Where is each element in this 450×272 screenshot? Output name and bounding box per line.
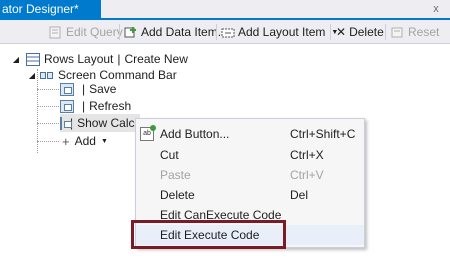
add-item-dropdown[interactable]: + Add ▼ xyxy=(62,132,108,150)
toolbar-separator xyxy=(119,24,120,40)
document-tab-title: ator Designer* xyxy=(2,2,79,16)
tree-guide-line xyxy=(37,141,59,142)
menu-item-shortcut: Ctrl+X xyxy=(290,148,324,162)
close-icon[interactable]: x xyxy=(429,2,443,16)
tree-node-show-calculator[interactable]: | Show Calculator xyxy=(60,114,140,132)
menu-item-label: Cut xyxy=(160,148,179,162)
add-layout-item-icon xyxy=(221,26,235,39)
delete-icon: ✕ xyxy=(336,25,347,39)
menu-item-shortcut: Ctrl+V xyxy=(290,168,324,182)
menu-item-paste[interactable]: Paste Ctrl+V xyxy=(136,165,364,185)
create-new-label: Create New xyxy=(124,52,188,66)
reset-button[interactable]: Reset xyxy=(391,20,439,44)
collapse-icon[interactable]: ◢ xyxy=(11,55,21,64)
tree-node-save[interactable]: | Save xyxy=(60,80,116,98)
collapse-icon[interactable]: ◢ xyxy=(27,71,37,80)
menu-item-shortcut: Ctrl+Shift+C xyxy=(290,127,356,141)
tree-guide-line xyxy=(37,89,59,90)
delete-label: Delete xyxy=(349,25,384,39)
tree-text-separator: | xyxy=(82,99,86,113)
tree-guide-line xyxy=(37,106,59,107)
menu-item-shortcut: Del xyxy=(290,188,309,202)
button-icon xyxy=(60,116,72,130)
add-layout-item-label: Add Layout Item xyxy=(238,25,326,39)
show-calculator-node-label: Show Calculator xyxy=(77,116,140,130)
designer-toolbar: Edit Query Add Data Item... Add Layout I… xyxy=(0,20,450,44)
tree-text-separator: | xyxy=(82,82,86,96)
button-icon xyxy=(60,99,74,113)
reset-label: Reset xyxy=(408,25,440,39)
menu-item-label: Paste xyxy=(160,168,191,182)
add-layout-item-button[interactable]: Add Layout Item ▼ xyxy=(221,20,338,44)
toolbar-separator xyxy=(330,24,331,40)
add-data-item-icon xyxy=(124,26,138,39)
add-label: Add xyxy=(74,134,96,148)
edit-query-icon xyxy=(49,26,63,39)
button-icon xyxy=(60,82,74,96)
document-tab[interactable]: ator Designer* xyxy=(0,0,101,18)
refresh-node-label: Refresh xyxy=(89,99,132,113)
menu-item-label: Delete xyxy=(160,188,195,202)
highlight-annotation-box xyxy=(131,220,286,249)
document-tab-strip: ator Designer* x xyxy=(0,0,450,18)
toolbar-separator xyxy=(385,24,386,40)
menu-item-label: Add Button... xyxy=(160,127,230,141)
tree-guide-line xyxy=(37,123,59,124)
menu-item-cut[interactable]: Cut Ctrl+X xyxy=(136,145,364,165)
chevron-down-icon: ▼ xyxy=(100,137,108,145)
add-button-icon: ab xyxy=(140,125,156,141)
plus-icon: + xyxy=(62,133,70,149)
tree-text-separator: | xyxy=(117,52,121,66)
toolbar-separator xyxy=(216,24,217,40)
save-node-label: Save xyxy=(89,82,117,96)
add-data-item-button[interactable]: Add Data Item... xyxy=(124,20,228,44)
rows-layout-icon xyxy=(26,52,40,66)
reset-icon xyxy=(391,26,405,39)
delete-button[interactable]: ✕ Delete xyxy=(336,20,384,44)
edit-query-label: Edit Query xyxy=(66,25,123,39)
edit-query-button[interactable]: Edit Query xyxy=(49,20,123,44)
menu-item-add-button[interactable]: ab Add Button... Ctrl+Shift+C xyxy=(136,124,364,144)
tree-node-refresh[interactable]: | Refresh xyxy=(60,97,131,115)
rows-layout-label: Rows Layout xyxy=(44,52,114,66)
menu-item-delete[interactable]: Delete Del xyxy=(136,185,364,205)
add-data-item-label: Add Data Item... xyxy=(141,25,228,39)
command-bar-icon xyxy=(40,70,54,81)
